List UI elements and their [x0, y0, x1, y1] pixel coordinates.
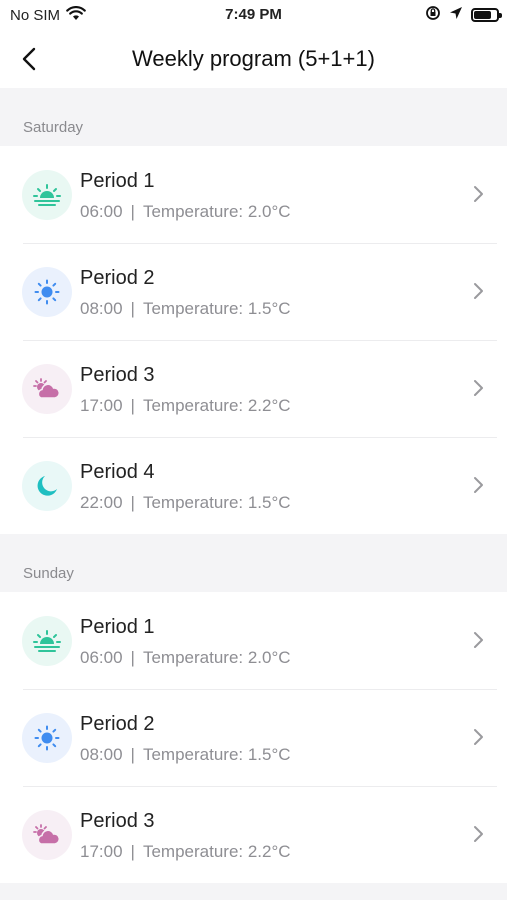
separator: | — [130, 745, 135, 764]
period-label: Period 1 — [80, 616, 155, 638]
period-temperature: Temperature: 1.5°C — [142, 299, 291, 318]
sunrise-icon — [22, 616, 72, 666]
period-row[interactable]: Period 2 08:00 | Temperature: 1.5°C — [0, 689, 507, 786]
period-temperature: Temperature: 2.2°C — [142, 396, 291, 415]
separator: | — [130, 648, 135, 667]
chevron-right-icon — [474, 186, 483, 202]
cloudy-evening-icon — [22, 810, 72, 860]
period-row[interactable]: Period 3 17:00 | Temperature: 2.2°C — [0, 340, 507, 437]
period-list-sunday: Period 1 06:00 | Temperature: 2.0°C Peri… — [0, 592, 507, 883]
program-content: Saturday Period 1 06:00 | Temperature: 2.0… — [0, 88, 507, 883]
battery-icon — [471, 8, 502, 22]
period-label: Period 2 — [80, 713, 155, 735]
chevron-left-icon — [22, 47, 36, 71]
back-button[interactable] — [10, 40, 48, 78]
period-temperature: Temperature: 1.5°C — [142, 745, 291, 764]
period-row[interactable]: Period 1 06:00 | Temperature: 2.0°C — [0, 146, 507, 243]
sun-icon — [22, 267, 72, 317]
section-header-sunday: Sunday — [0, 534, 507, 592]
period-row[interactable]: Period 4 22:00 | Temperature: 1.5°C — [0, 437, 507, 534]
cloudy-evening-icon — [22, 364, 72, 414]
chevron-right-icon — [474, 283, 483, 299]
separator: | — [130, 202, 135, 221]
location-arrow-icon — [449, 6, 463, 24]
chevron-right-icon — [474, 826, 483, 842]
chevron-right-icon — [474, 632, 483, 648]
sunrise-icon — [22, 170, 72, 220]
period-label: Period 3 — [80, 364, 155, 386]
moon-icon — [22, 461, 72, 511]
period-details: 08:00 | Temperature: 1.5°C — [80, 745, 291, 765]
sun-icon — [22, 713, 72, 763]
separator: | — [130, 842, 135, 861]
separator: | — [130, 493, 135, 512]
chevron-right-icon — [474, 477, 483, 493]
period-time: 22:00 — [80, 493, 123, 512]
period-row[interactable]: Period 2 08:00 | Temperature: 1.5°C — [0, 243, 507, 340]
period-row[interactable]: Period 3 17:00 | Temperature: 2.2°C — [0, 786, 507, 883]
period-temperature: Temperature: 2.2°C — [142, 842, 291, 861]
chevron-right-icon — [474, 729, 483, 745]
period-list-saturday: Period 1 06:00 | Temperature: 2.0°C Peri… — [0, 146, 507, 534]
separator: | — [130, 299, 135, 318]
chevron-right-icon — [474, 380, 483, 396]
period-label: Period 1 — [80, 170, 155, 192]
period-time: 06:00 — [80, 202, 123, 221]
period-details: 22:00 | Temperature: 1.5°C — [80, 493, 291, 513]
period-row[interactable]: Period 1 06:00 | Temperature: 2.0°C — [0, 592, 507, 689]
period-label: Period 3 — [80, 810, 155, 832]
status-right — [425, 5, 502, 25]
period-details: 06:00 | Temperature: 2.0°C — [80, 648, 291, 668]
separator: | — [130, 396, 135, 415]
period-time: 17:00 — [80, 396, 123, 415]
section-header-saturday: Saturday — [0, 88, 507, 146]
period-temperature: Temperature: 2.0°C — [142, 648, 291, 667]
period-details: 06:00 | Temperature: 2.0°C — [80, 202, 291, 222]
period-time: 08:00 — [80, 299, 123, 318]
page-title: Weekly program (5+1+1) — [132, 46, 375, 71]
status-bar: No SIM 7:49 PM — [0, 0, 507, 30]
period-time: 17:00 — [80, 842, 123, 861]
period-temperature: Temperature: 1.5°C — [142, 493, 291, 512]
period-details: 17:00 | Temperature: 2.2°C — [80, 842, 291, 862]
period-details: 17:00 | Temperature: 2.2°C — [80, 396, 291, 416]
period-label: Period 2 — [80, 267, 155, 289]
period-temperature: Temperature: 2.0°C — [142, 202, 291, 221]
period-label: Period 4 — [80, 461, 155, 483]
orientation-lock-icon — [425, 5, 441, 25]
navigation-bar: Weekly program (5+1+1) — [0, 30, 507, 88]
period-time: 08:00 — [80, 745, 123, 764]
period-time: 06:00 — [80, 648, 123, 667]
period-details: 08:00 | Temperature: 1.5°C — [80, 299, 291, 319]
